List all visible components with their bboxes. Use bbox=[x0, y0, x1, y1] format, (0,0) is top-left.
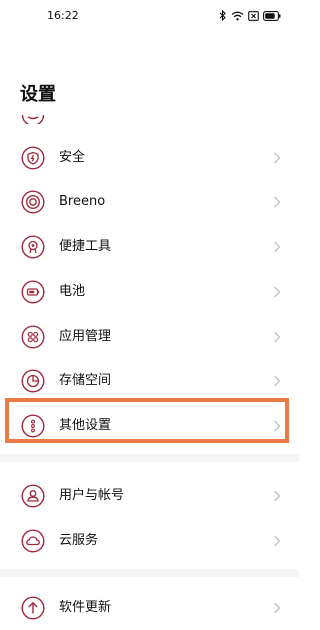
settings-item-label: 电池 bbox=[59, 284, 86, 299]
settings-item-app-management[interactable]: 应用管理 bbox=[0, 315, 299, 359]
settings-item-battery[interactable]: 电池 bbox=[0, 270, 299, 314]
chevron-right-icon bbox=[273, 490, 281, 502]
status-icons bbox=[219, 10, 281, 21]
update-arrow-icon bbox=[21, 596, 45, 620]
breeno-ring-icon bbox=[21, 190, 45, 214]
settings-item-label: Breeno bbox=[59, 194, 106, 209]
settings-item-label: 便捷工具 bbox=[59, 239, 112, 254]
storage-pie-icon bbox=[21, 369, 45, 393]
shield-bolt-icon bbox=[21, 146, 45, 170]
settings-item-label: 存储空间 bbox=[59, 373, 112, 388]
status-time: 16:22 bbox=[47, 9, 79, 22]
partial-list-item[interactable] bbox=[21, 112, 45, 124]
settings-item-security[interactable]: 安全 bbox=[0, 136, 299, 180]
chevron-right-icon bbox=[273, 535, 281, 547]
cloud-icon bbox=[21, 529, 45, 553]
settings-item-label: 软件更新 bbox=[59, 600, 112, 615]
chevron-right-icon bbox=[273, 331, 281, 343]
section-divider bbox=[0, 454, 299, 462]
settings-item-label: 应用管理 bbox=[59, 329, 112, 344]
wifi-icon bbox=[231, 11, 244, 21]
settings-item-tools[interactable]: 便捷工具 bbox=[0, 225, 299, 269]
screen-record-icon bbox=[248, 10, 259, 21]
chevron-right-icon bbox=[273, 196, 281, 208]
chevron-right-icon bbox=[273, 152, 281, 164]
highlight-box bbox=[5, 398, 289, 443]
battery-icon bbox=[21, 280, 45, 304]
battery-icon bbox=[263, 10, 281, 21]
bluetooth-icon bbox=[219, 10, 227, 21]
user-icon bbox=[21, 484, 45, 508]
status-bar: 16:22 bbox=[0, 0, 299, 34]
settings-item-software-update[interactable]: 软件更新 bbox=[0, 586, 299, 630]
app-grid-icon bbox=[21, 325, 45, 349]
page-title: 设置 bbox=[20, 84, 56, 105]
chevron-right-icon bbox=[273, 241, 281, 253]
section-divider bbox=[0, 569, 299, 577]
chevron-right-icon bbox=[273, 375, 281, 387]
settings-item-users-accounts[interactable]: 用户与帐号 bbox=[0, 474, 299, 518]
tools-icon bbox=[21, 235, 45, 259]
settings-item-label: 用户与帐号 bbox=[59, 488, 125, 503]
chevron-right-icon bbox=[273, 602, 281, 614]
settings-item-label: 安全 bbox=[59, 150, 86, 165]
settings-item-storage[interactable]: 存储空间 bbox=[0, 359, 299, 403]
settings-item-label: 云服务 bbox=[59, 533, 99, 548]
chevron-right-icon bbox=[273, 286, 281, 298]
settings-item-breeno[interactable]: Breeno bbox=[0, 180, 299, 224]
settings-item-cloud-service[interactable]: 云服务 bbox=[0, 519, 299, 563]
